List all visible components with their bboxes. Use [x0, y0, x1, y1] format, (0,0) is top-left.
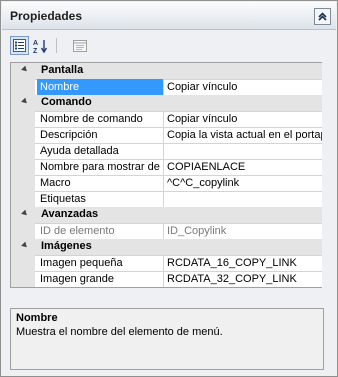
- property-value[interactable]: [164, 143, 322, 159]
- property-value[interactable]: Copiar vínculo: [164, 79, 322, 95]
- categorized-view-button[interactable]: [10, 36, 29, 55]
- property-row-macro[interactable]: Macro ^C^C_copylink: [11, 175, 322, 192]
- alphabetical-sort-button[interactable]: A Z: [31, 36, 50, 55]
- category-label: Comando: [41, 96, 92, 108]
- property-row-nombre[interactable]: Nombre Copiar vínculo: [11, 79, 322, 96]
- property-name[interactable]: Nombre para mostrar de: [37, 159, 164, 175]
- svg-text:A: A: [33, 40, 38, 47]
- sort-az-icon: A Z: [33, 39, 47, 54]
- category-row-avanzadas[interactable]: Avanzadas: [11, 207, 322, 224]
- categorized-icon: [13, 39, 26, 52]
- properties-panel: Propiedades A Z Pantalla Nombre Copiar v…: [0, 0, 338, 377]
- property-row-imagen-grande[interactable]: Imagen grande RCDATA_32_COPY_LINK: [11, 271, 322, 287]
- category-row-imagenes[interactable]: Imágenes: [11, 239, 322, 256]
- property-pages-button[interactable]: [70, 36, 89, 55]
- toolbar-separator: [56, 38, 57, 53]
- grid-toolbar: A Z: [10, 35, 330, 57]
- property-value[interactable]: RCDATA_32_COPY_LINK: [164, 271, 322, 287]
- panel-title: Propiedades: [10, 9, 83, 23]
- property-name[interactable]: Imagen pequeña: [37, 255, 164, 271]
- category-row-pantalla[interactable]: Pantalla: [11, 63, 322, 80]
- expand-triangle-icon[interactable]: [21, 241, 29, 250]
- svg-text:Z: Z: [33, 48, 38, 54]
- property-row-ayuda-detallada[interactable]: Ayuda detallada: [11, 143, 322, 160]
- property-row-etiquetas[interactable]: Etiquetas: [11, 191, 322, 208]
- property-name[interactable]: Ayuda detallada: [37, 143, 164, 159]
- property-name[interactable]: Descripción: [37, 127, 164, 143]
- property-row-id-elemento[interactable]: ID de elemento ID_Copylink: [11, 223, 322, 240]
- description-text: Muestra el nombre del elemento de menú.: [16, 326, 223, 338]
- category-label: Avanzadas: [41, 208, 99, 220]
- property-pages-icon: [72, 39, 87, 52]
- property-value[interactable]: ^C^C_copylink: [164, 175, 322, 191]
- property-row-nombre-mostrar[interactable]: Nombre para mostrar de COPIAENLACE: [11, 159, 322, 176]
- description-pane: Nombre Muestra el nombre del elemento de…: [10, 308, 324, 370]
- property-value[interactable]: Copiar vínculo: [164, 111, 322, 127]
- property-row-descripcion[interactable]: Descripción Copia la vista actual en el …: [11, 127, 322, 144]
- property-grid[interactable]: Pantalla Nombre Copiar vínculo Comando N…: [10, 62, 323, 288]
- property-name[interactable]: Etiquetas: [37, 191, 164, 207]
- property-value[interactable]: [164, 191, 322, 207]
- expand-triangle-icon[interactable]: [21, 65, 29, 74]
- double-chevron-up-icon: [318, 12, 327, 21]
- splitter[interactable]: [10, 297, 322, 301]
- category-row-comando[interactable]: Comando: [11, 95, 322, 112]
- panel-titlebar: Propiedades: [2, 2, 336, 30]
- property-name[interactable]: Macro: [37, 175, 164, 191]
- category-label: Pantalla: [41, 64, 84, 76]
- collapse-button[interactable]: [314, 8, 331, 25]
- property-name[interactable]: Nombre de comando: [37, 111, 164, 127]
- grid-scrollbar[interactable]: [322, 62, 330, 288]
- property-row-imagen-pequena[interactable]: Imagen pequeña RCDATA_16_COPY_LINK: [11, 255, 322, 272]
- property-value[interactable]: RCDATA_16_COPY_LINK: [164, 255, 322, 271]
- expand-triangle-icon[interactable]: [21, 97, 29, 106]
- property-value[interactable]: Copia la vista actual en el portapa: [164, 127, 322, 143]
- property-name[interactable]: Nombre: [37, 79, 164, 95]
- property-value: ID_Copylink: [167, 225, 227, 237]
- expand-triangle-icon[interactable]: [21, 209, 29, 218]
- property-row-nombre-comando[interactable]: Nombre de comando Copiar vínculo: [11, 111, 322, 128]
- property-name[interactable]: Imagen grande: [37, 271, 164, 287]
- property-value[interactable]: COPIAENLACE: [164, 159, 322, 175]
- category-label: Imágenes: [41, 240, 92, 252]
- description-title: Nombre: [16, 312, 58, 324]
- property-name[interactable]: ID de elemento: [37, 223, 164, 239]
